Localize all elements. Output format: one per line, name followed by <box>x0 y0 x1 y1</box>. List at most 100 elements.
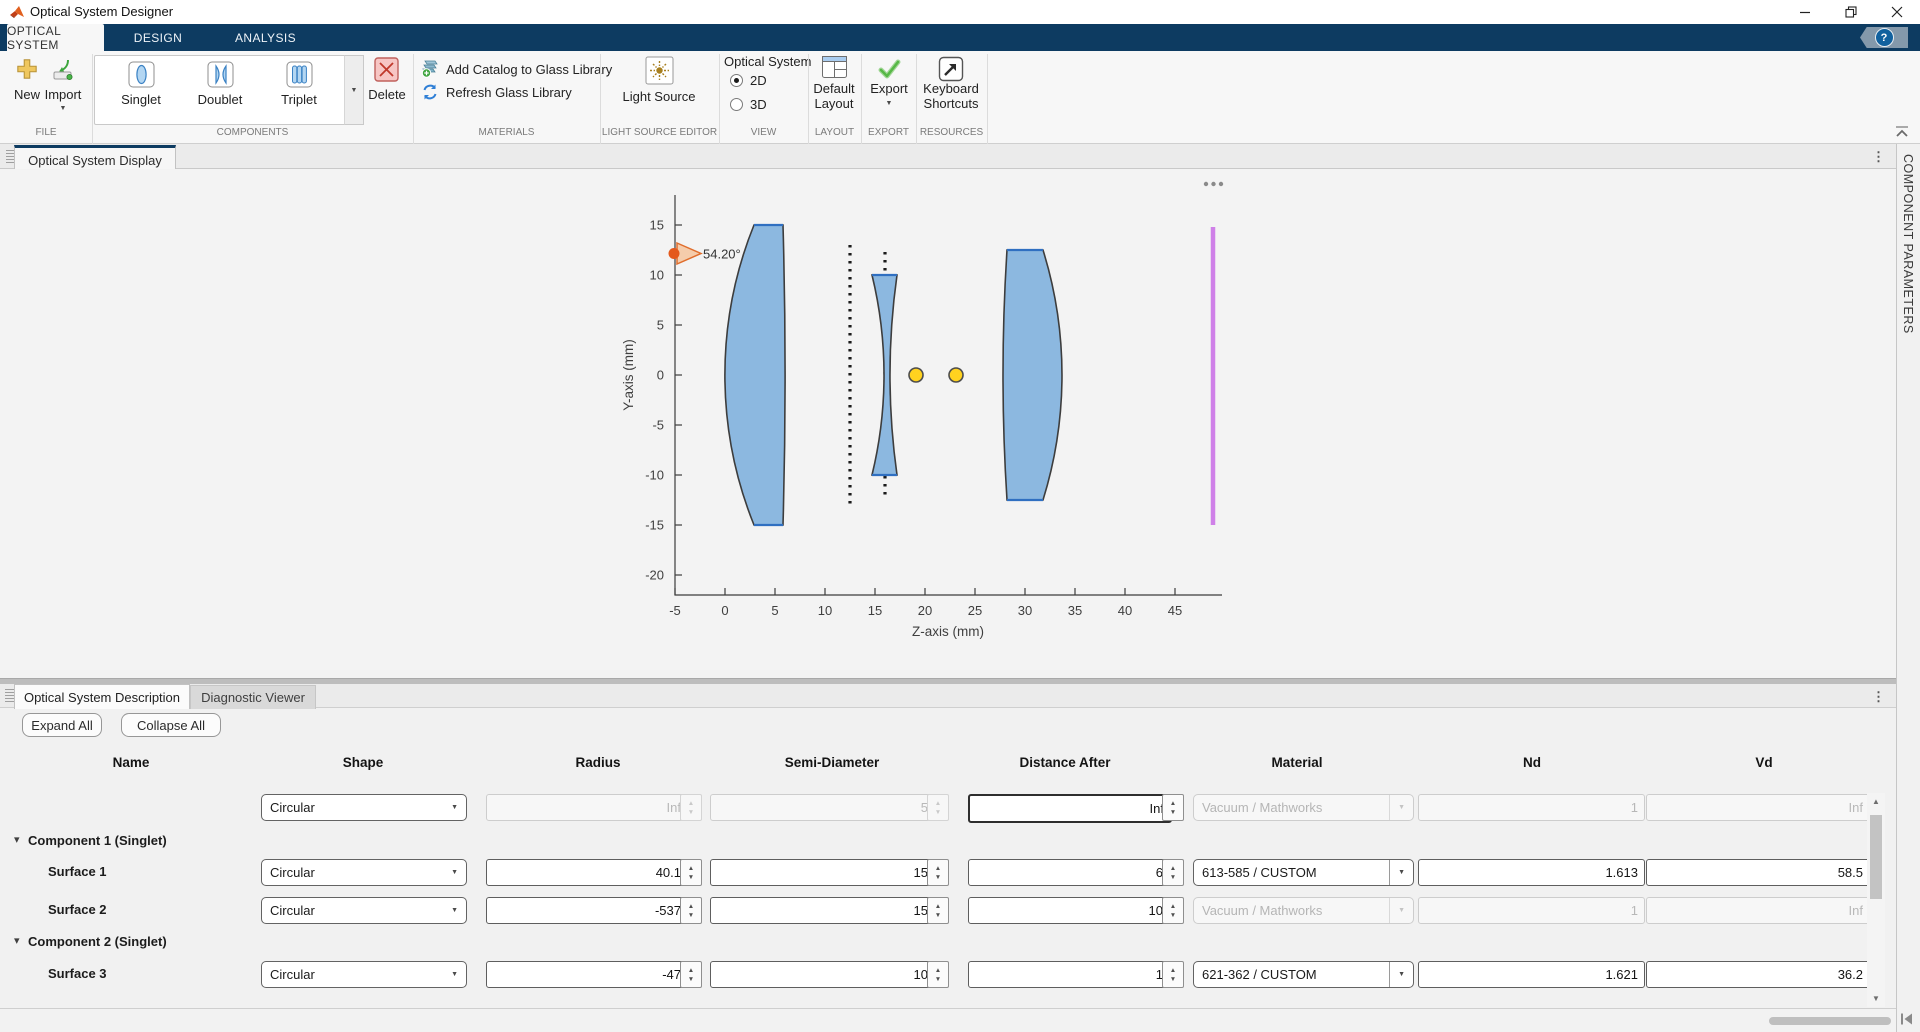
export-button-label: Export <box>864 81 914 96</box>
lens-2[interactable] <box>872 275 897 475</box>
radius-spinner[interactable]: ▲▼ <box>680 961 702 988</box>
table-vertical-scrollbar[interactable]: ▲ ▼ <box>1867 793 1885 1007</box>
triplet-lens-icon <box>286 61 313 88</box>
material-value: Vacuum / Mathworks <box>1194 903 1322 918</box>
light-source-cone[interactable] <box>677 243 701 264</box>
focal-point-2[interactable] <box>949 368 963 382</box>
semi-diameter-spinner[interactable]: ▲▼ <box>927 961 949 988</box>
shape-dropdown[interactable]: Circular ▼ <box>261 794 467 821</box>
export-dropdown-icon[interactable]: ▼ <box>880 100 898 107</box>
focal-point-1[interactable] <box>909 368 923 382</box>
material-dropdown[interactable]: 613-585 / CUSTOM ▼ <box>1193 859 1414 886</box>
tab-diagnostic-viewer[interactable]: Diagnostic Viewer <box>190 685 316 709</box>
collapse-triangle-icon[interactable]: ▾ <box>14 934 20 947</box>
tab-analysis[interactable]: ANALYSIS <box>218 24 313 51</box>
light-source-marker[interactable] <box>669 248 680 259</box>
expand-all-button[interactable]: Expand All <box>22 713 102 737</box>
gallery-dropdown-button[interactable]: ▼ <box>344 55 364 125</box>
tab-optical-system[interactable]: OPTICAL SYSTEM <box>7 24 104 51</box>
distance-after-field[interactable]: 10 <box>968 897 1170 924</box>
refresh-glass-label[interactable]: Refresh Glass Library <box>446 85 572 100</box>
restore-icon <box>1845 6 1857 18</box>
semi-diameter-field[interactable]: 15 <box>710 859 935 886</box>
optical-system-plot[interactable]: -5 0 5 10 15 20 25 30 35 40 45 15 10 5 0… <box>0 169 1896 678</box>
distance-after-field[interactable]: Inf <box>968 794 1172 823</box>
axes-options-icon[interactable] <box>1204 182 1223 186</box>
panel-grip[interactable] <box>5 689 14 703</box>
collapse-panel-icon[interactable] <box>1899 1012 1914 1026</box>
help-icon: ? <box>1875 28 1894 47</box>
light-source-button[interactable] <box>645 56 674 90</box>
svg-text:25: 25 <box>968 603 982 618</box>
radio-3d[interactable] <box>730 98 743 111</box>
tab-bar-menu-icon[interactable]: ⋮ <box>1872 690 1885 703</box>
distance-after-field[interactable]: 6 <box>968 859 1170 886</box>
radius-spinner[interactable]: ▲▼ <box>680 897 702 924</box>
close-button[interactable] <box>1878 0 1916 24</box>
shape-dropdown[interactable]: Circular ▼ <box>261 961 467 988</box>
component-row-label[interactable]: Component 1 (Singlet) <box>28 833 167 848</box>
radius-field[interactable]: -537 <box>486 897 688 924</box>
tab-bar-menu-icon[interactable]: ⋮ <box>1872 150 1885 163</box>
minimize-button[interactable] <box>1786 0 1824 24</box>
lens-1[interactable] <box>725 225 785 525</box>
import-dropdown-icon[interactable]: ▼ <box>54 105 72 112</box>
tab-design[interactable]: DESIGN <box>112 24 204 51</box>
vd-field[interactable]: 58.5 <box>1646 859 1870 886</box>
material-dropdown[interactable]: 621-362 / CUSTOM ▼ <box>1193 961 1414 988</box>
nd-field[interactable]: 1.613 <box>1418 859 1645 886</box>
delete-button[interactable] <box>374 57 399 87</box>
svg-text:-15: -15 <box>645 518 664 533</box>
gallery-item-doublet[interactable]: Doublet <box>185 58 255 120</box>
nd-field[interactable]: 1.621 <box>1418 961 1645 988</box>
collapse-all-label: Collapse All <box>137 718 205 733</box>
chevron-down-icon: ▼ <box>351 87 358 94</box>
add-catalog-label[interactable]: Add Catalog to Glass Library <box>446 62 612 77</box>
maximize-button[interactable] <box>1832 0 1870 24</box>
scroll-up-icon[interactable]: ▲ <box>1867 797 1885 806</box>
radius-field[interactable]: -47 <box>486 961 688 988</box>
help-button[interactable]: ? <box>1860 27 1908 48</box>
horizontal-scrollbar[interactable] <box>0 1008 1896 1032</box>
tab-optical-system-description[interactable]: Optical System Description <box>14 684 190 709</box>
svg-text:-5: -5 <box>652 418 664 433</box>
distance-after-spinner[interactable]: ▲▼ <box>1162 794 1184 821</box>
radius-spinner[interactable]: ▲▼ <box>680 859 702 886</box>
scrollbar-thumb[interactable] <box>1870 815 1882 899</box>
radius-field[interactable]: 40.1 <box>486 859 688 886</box>
semi-diameter-field[interactable]: 15 <box>710 897 935 924</box>
chevron-down-icon: ▼ <box>443 907 466 914</box>
svg-text:0: 0 <box>721 603 728 618</box>
scrollbar-thumb[interactable] <box>1769 1017 1891 1025</box>
gallery-item-triplet[interactable]: Triplet <box>264 58 334 120</box>
component-parameters-strip[interactable]: COMPONENT PARAMETERS <box>1896 144 1920 1032</box>
collapse-all-button[interactable]: Collapse All <box>121 713 221 737</box>
component-row-label[interactable]: Component 2 (Singlet) <box>28 934 167 949</box>
collapse-ribbon-button[interactable] <box>1894 125 1914 143</box>
distance-after-field[interactable]: 1 <box>968 961 1170 988</box>
import-button[interactable] <box>51 58 75 87</box>
lens-3[interactable] <box>1003 250 1062 500</box>
distance-after-spinner[interactable]: ▲▼ <box>1162 859 1184 886</box>
shape-dropdown[interactable]: Circular ▼ <box>261 897 467 924</box>
add-catalog-button[interactable] <box>421 59 440 83</box>
new-button[interactable] <box>16 58 38 85</box>
distance-after-spinner[interactable]: ▲▼ <box>1162 897 1184 924</box>
shape-dropdown[interactable]: Circular ▼ <box>261 859 467 886</box>
scroll-down-icon[interactable]: ▼ <box>1867 994 1885 1003</box>
x-tick-labels: -5 0 5 10 15 20 25 30 35 40 45 <box>669 603 1182 618</box>
semi-diameter-spinner[interactable]: ▲▼ <box>927 897 949 924</box>
column-header-vd: Vd <box>1694 755 1834 770</box>
distance-after-spinner[interactable]: ▲▼ <box>1162 961 1184 988</box>
semi-diameter-spinner[interactable]: ▲▼ <box>927 859 949 886</box>
refresh-glass-button[interactable] <box>421 83 439 106</box>
collapse-triangle-icon[interactable]: ▾ <box>14 833 20 846</box>
radius-field: Inf <box>486 794 688 821</box>
semi-diameter-field[interactable]: 10 <box>710 961 935 988</box>
gallery-item-singlet[interactable]: Singlet <box>106 58 176 120</box>
radio-2d[interactable] <box>730 74 743 87</box>
chevron-down-icon: ▼ <box>1389 795 1413 820</box>
tab-optical-system-display[interactable]: Optical System Display <box>14 145 176 172</box>
vd-field[interactable]: 36.2 <box>1646 961 1870 988</box>
svg-text:45: 45 <box>1168 603 1182 618</box>
